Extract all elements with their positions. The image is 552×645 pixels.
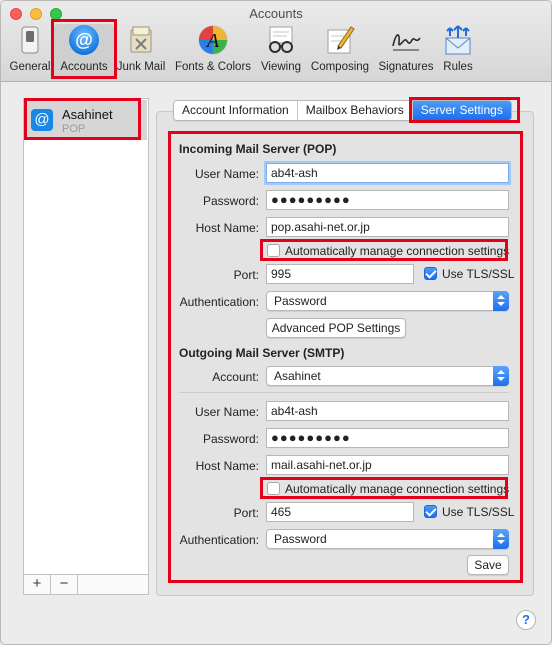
settings-tabs: Account Information Mailbox Behaviors Se… <box>173 100 512 121</box>
outgoing-auto-manage-label: Automatically manage connection settings <box>285 482 510 496</box>
checkbox-box[interactable] <box>424 505 437 519</box>
incoming-auth-label: Authentication: <box>179 295 259 309</box>
outgoing-host-name-field[interactable] <box>266 455 509 475</box>
incoming-password-label: Password: <box>202 194 259 208</box>
outgoing-auth-popup[interactable]: Password <box>266 529 509 549</box>
svg-text:A: A <box>205 30 220 52</box>
toolbar-item-rules[interactable]: Rules <box>438 24 478 78</box>
toolbar-item-label: Rules <box>443 61 473 73</box>
outgoing-port-label: Port: <box>233 506 259 520</box>
toolbar-item-accounts[interactable]: @ Accounts <box>54 24 114 78</box>
svg-text:@: @ <box>75 30 93 50</box>
fonts-colors-icon: A <box>197 24 229 56</box>
outgoing-host-name-label: Host Name: <box>195 459 259 473</box>
toolbar-item-label: General <box>9 61 51 73</box>
chevron-up-down-icon <box>493 291 509 311</box>
toolbar: Accounts General @ Accounts Junk Mail A … <box>1 1 551 82</box>
incoming-user-name-label: User Name: <box>194 167 259 181</box>
outgoing-user-name-label: User Name: <box>194 405 259 419</box>
toolbar-item-signatures[interactable]: Signatures <box>375 24 437 78</box>
outgoing-tls-label: Use TLS/SSL <box>442 505 515 519</box>
toolbar-item-fonts-colors[interactable]: A Fonts & Colors <box>171 24 255 78</box>
preferences-window: Accounts General @ Accounts Junk Mail A … <box>0 0 552 645</box>
incoming-section-title: Incoming Mail Server (POP) <box>179 142 337 156</box>
rules-icon <box>442 24 474 56</box>
toolbar-item-label: Composing <box>310 61 370 73</box>
outgoing-auth-value: Password <box>274 532 327 546</box>
outgoing-user-name-field[interactable] <box>266 401 509 421</box>
outgoing-password-label: Password: <box>202 432 259 446</box>
window-title: Accounts <box>249 6 303 21</box>
incoming-tls-label: Use TLS/SSL <box>442 267 515 281</box>
checkbox-box[interactable] <box>267 482 280 496</box>
toolbar-item-label: Fonts & Colors <box>174 61 252 73</box>
incoming-auto-manage-checkbox[interactable]: Automatically manage connection settings <box>267 243 509 259</box>
section-divider <box>179 392 509 393</box>
outgoing-port-field[interactable] <box>266 502 414 522</box>
save-button[interactable]: Save <box>467 555 509 575</box>
toolbar-item-viewing[interactable]: Viewing <box>257 24 305 78</box>
outgoing-auth-label: Authentication: <box>179 533 259 547</box>
advanced-pop-settings-button[interactable]: Advanced POP Settings <box>266 318 406 338</box>
incoming-port-label: Port: <box>233 268 259 282</box>
add-account-button[interactable]: + <box>24 575 51 594</box>
account-name: Asahinet <box>62 107 113 122</box>
accounts-list-footer: + − <box>24 574 148 594</box>
outgoing-password-field[interactable]: ●●●●●●●●● <box>266 428 509 448</box>
outgoing-account-label: Account: <box>212 370 259 384</box>
toolbar-item-label: Accounts <box>60 61 108 73</box>
help-button[interactable]: ? <box>516 610 536 630</box>
remove-account-button[interactable]: − <box>51 575 78 594</box>
tab-account-information[interactable]: Account Information <box>174 101 298 120</box>
toolbar-item-general[interactable]: General <box>7 24 53 78</box>
outgoing-account-popup[interactable]: Asahinet <box>266 366 509 386</box>
incoming-host-name-field[interactable] <box>266 217 509 237</box>
toolbar-item-label: Junk Mail <box>116 61 166 73</box>
toolbar-item-label: Signatures <box>378 61 434 73</box>
checkbox-box[interactable] <box>267 244 280 258</box>
incoming-auth-popup[interactable]: Password <box>266 291 509 311</box>
incoming-tls-checkbox[interactable]: Use TLS/SSL <box>424 266 514 282</box>
checkbox-box[interactable] <box>424 267 437 281</box>
account-row-asahinet[interactable]: @ Asahinet POP <box>25 100 147 140</box>
incoming-user-name-field[interactable] <box>266 163 509 183</box>
outgoing-section-title: Outgoing Mail Server (SMTP) <box>179 346 345 360</box>
toolbar-item-label: Viewing <box>260 61 302 73</box>
incoming-host-name-label: Host Name: <box>195 221 259 235</box>
glasses-icon <box>265 24 297 56</box>
toolbar-item-junk-mail[interactable]: Junk Mail <box>115 24 167 78</box>
incoming-auto-manage-label: Automatically manage connection settings <box>285 244 510 258</box>
pencil-icon <box>324 24 356 56</box>
outgoing-tls-checkbox[interactable]: Use TLS/SSL <box>424 504 514 520</box>
general-switch-icon <box>14 24 46 56</box>
outgoing-auto-manage-checkbox[interactable]: Automatically manage connection settings <box>267 481 509 497</box>
at-sign-icon: @ <box>31 109 53 131</box>
toolbar-item-composing[interactable]: Composing <box>308 24 372 78</box>
junk-mail-icon <box>125 24 157 56</box>
at-sign-icon: @ <box>68 24 100 56</box>
chevron-up-down-icon <box>493 529 509 549</box>
incoming-auth-value: Password <box>274 294 327 308</box>
chevron-up-down-icon <box>493 366 509 386</box>
incoming-password-field[interactable]: ●●●●●●●●● <box>266 190 509 210</box>
incoming-port-field[interactable] <box>266 264 414 284</box>
tab-mailbox-behaviors[interactable]: Mailbox Behaviors <box>297 101 413 120</box>
outgoing-account-value: Asahinet <box>274 369 321 383</box>
account-type: POP <box>62 123 86 135</box>
signature-icon <box>390 24 422 56</box>
tab-server-settings[interactable]: Server Settings <box>412 101 511 120</box>
accounts-list: @ Asahinet POP + − <box>23 98 149 595</box>
